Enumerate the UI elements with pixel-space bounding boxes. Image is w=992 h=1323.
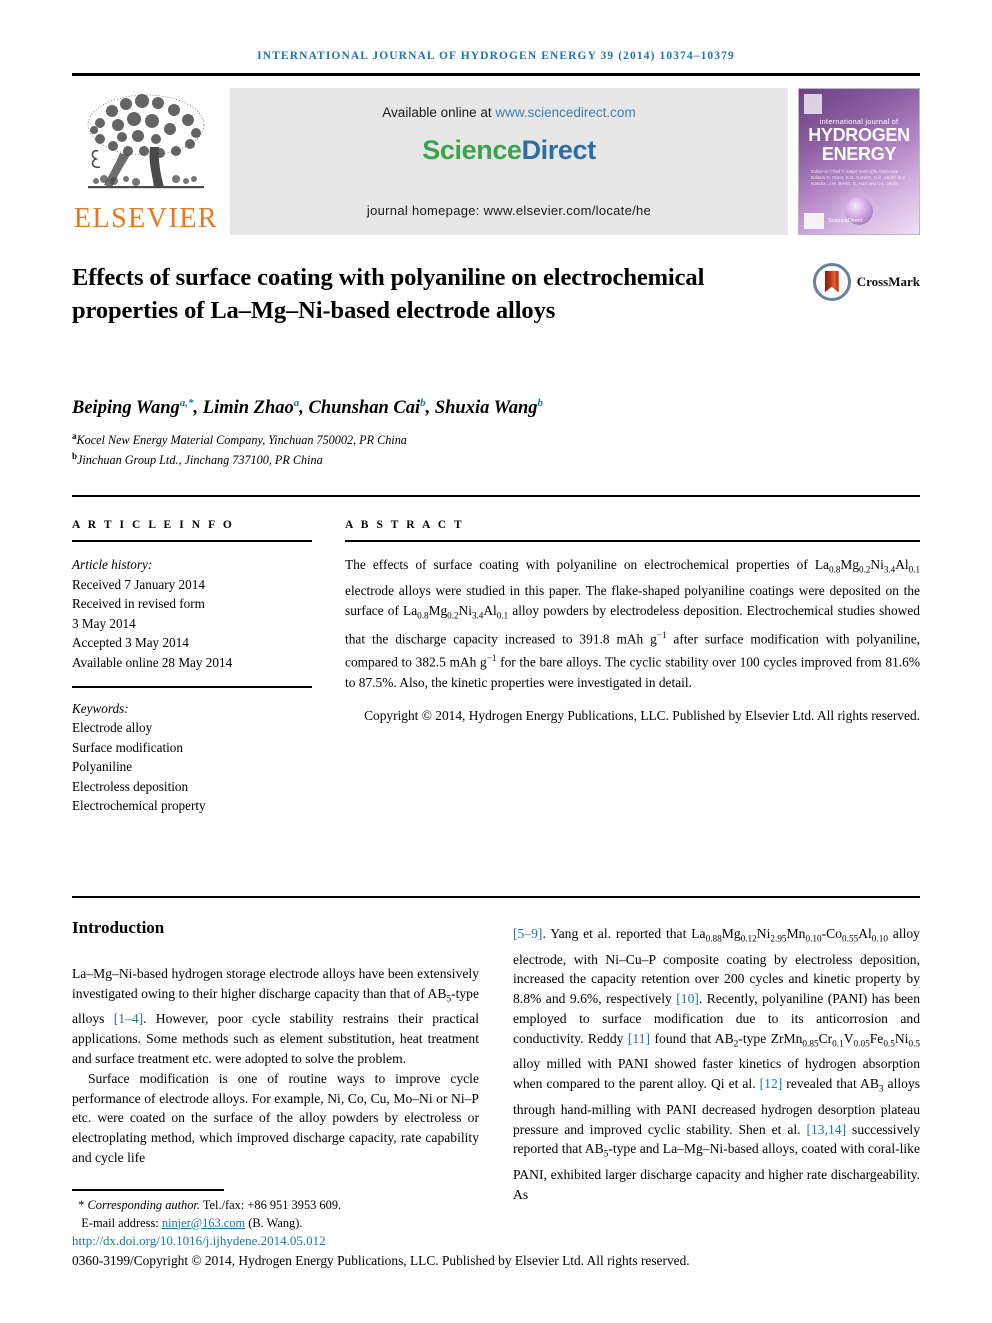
author-marks-3: b xyxy=(537,396,544,409)
section-heading-introduction: Introduction xyxy=(72,918,165,938)
author-name-3: Shuxia Wang xyxy=(434,397,538,418)
body-column-left: Introduction La–Mg–Ni-based hydrogen sto… xyxy=(72,898,479,1204)
journal-homepage-line: journal homepage: www.elsevier.com/locat… xyxy=(366,202,652,218)
author-list: Beiping Wanga,*, Limin Zhaoa, Chunshan C… xyxy=(72,396,544,418)
citation-10[interactable]: [10] xyxy=(676,991,699,1006)
abstract-rule xyxy=(345,540,920,543)
cover-publisher-icon xyxy=(804,212,824,229)
citation-1-4[interactable]: [1–4] xyxy=(114,1011,143,1026)
keyword-item-4: Electrochemical property xyxy=(72,798,206,814)
keyword-item-3: Electroless deposition xyxy=(72,778,189,794)
running-head: International Journal of Hydrogen Energy… xyxy=(257,50,735,62)
abstract-copyright: Copyright © 2014, Hydrogen Energy Public… xyxy=(364,707,920,723)
page-footer: * Corresponding author. Tel./fax: +86 95… xyxy=(72,1189,920,1269)
author-name-1: Limin Zhao xyxy=(202,397,294,418)
doi-link[interactable]: http://dx.doi.org/10.1016/j.ijhydene.201… xyxy=(72,1233,920,1249)
body-columns: Introduction La–Mg–Ni-based hydrogen sto… xyxy=(72,898,920,1204)
citation-11[interactable]: [11] xyxy=(628,1031,650,1046)
footnote-rule xyxy=(72,1189,224,1191)
elsevier-wordmark: ELSEVIER xyxy=(73,202,219,234)
email-label: E-mail address: xyxy=(81,1215,162,1230)
email-suffix: (B. Wang). xyxy=(245,1215,303,1230)
sciencedirect-logo: ScienceDirect xyxy=(422,134,597,166)
affiliation-list: aKocel New Energy Material Company, Yinc… xyxy=(72,428,920,469)
article-history-item-1: Received in revised form xyxy=(72,596,205,612)
article-page: International Journal of Hydrogen Energy… xyxy=(0,0,992,1323)
author-marks-1: a xyxy=(293,396,300,409)
article-history-block: Article history: Received 7 January 2014… xyxy=(72,555,312,672)
cover-elsevier-icon xyxy=(804,93,822,114)
available-online-prefix: Available online at xyxy=(382,104,496,120)
mid-rule xyxy=(72,494,920,498)
affiliation-text-0: Kocel New Energy Material Company, Yinch… xyxy=(76,432,407,447)
article-info-column: A R T I C L E I N F O Article history: R… xyxy=(72,519,312,815)
affiliation-text-1: Jinchuan Group Ltd., Jinchang 737100, PR… xyxy=(77,453,323,468)
crossmark-book-shape xyxy=(824,270,839,293)
keyword-item-0: Electrode alloy xyxy=(72,720,153,736)
cover-line-2: HYDROGEN xyxy=(808,124,910,145)
citation-13-14[interactable]: [13,14] xyxy=(806,1122,846,1137)
article-history-item-2: 3 May 2014 xyxy=(72,615,136,631)
corresponding-author-tel: Tel./fax: +86 951 3953 609. xyxy=(199,1198,342,1212)
keyword-item-1: Surface modification xyxy=(72,739,183,755)
crossmark-label: CrossMark xyxy=(856,273,920,289)
author-name-2: Chunshan Cai xyxy=(308,397,421,418)
sciencedirect-band: Available online at www.sciencedirect.co… xyxy=(230,87,788,235)
page-title: Effects of surface coating with polyanil… xyxy=(72,263,705,324)
crossmark-icon xyxy=(812,262,851,301)
issn-copyright-line: 0360-3199/Copyright © 2014, Hydrogen Ene… xyxy=(72,1253,690,1268)
crossmark-badge-group[interactable]: CrossMark xyxy=(812,262,920,301)
article-info-heading: A R T I C L E I N F O xyxy=(72,519,235,532)
email-link[interactable]: ninjer@163.com xyxy=(162,1216,245,1230)
article-history-item-0: Received 7 January 2014 xyxy=(72,576,205,592)
elsevier-tree-icon xyxy=(87,93,205,188)
abstract-column: A B S T R A C T The effects of surface c… xyxy=(345,519,920,815)
cover-sciencedirect-label: ScienceDirect xyxy=(828,217,863,224)
email-note: E-mail address: ninjer@163.com (B. Wang)… xyxy=(72,1215,920,1233)
abstract-text: The effects of surface coating with poly… xyxy=(345,557,920,690)
info-abstract-row: A R T I C L E I N F O Article history: R… xyxy=(72,519,920,815)
intro-paragraph-1: La–Mg–Ni-based hydrogen storage electrod… xyxy=(72,966,479,1067)
author-marks-0[interactable]: a,* xyxy=(180,397,194,409)
article-history-label: Article history: xyxy=(72,557,153,573)
corresponding-author-label: Corresponding author. xyxy=(87,1198,200,1212)
sciencedirect-logo-direct: Direct xyxy=(521,134,597,165)
keywords-label: Keywords: xyxy=(72,700,129,716)
body-column-right: [5–9]. Yang et al. reported that La0.88M… xyxy=(513,898,920,1204)
intro-paragraph-2: Surface modification is one of routine w… xyxy=(72,1070,479,1166)
cover-editors: Editor-in-Chief T. Nejat Veziroğlu Assoc… xyxy=(811,168,907,186)
corresponding-author-note: * Corresponding author. Tel./fax: +86 95… xyxy=(72,1197,920,1215)
intro-paragraph-3: [5–9]. Yang et al. reported that La0.88M… xyxy=(513,926,921,1202)
affiliation-0: aKocel New Energy Material Company, Yinc… xyxy=(72,428,920,449)
article-history-item-3: Accepted 3 May 2014 xyxy=(72,635,189,651)
title-area: Effects of surface coating with polyanil… xyxy=(72,261,920,369)
citation-5-9[interactable]: [5–9] xyxy=(513,926,542,941)
corresponding-marker: * xyxy=(78,1198,85,1212)
sciencedirect-logo-science: Science xyxy=(422,134,522,165)
journal-cover-thumbnail: international journal of HYDROGEN ENERGY… xyxy=(798,87,920,235)
top-rule xyxy=(72,73,920,76)
abstract-heading: A B S T R A C T xyxy=(345,519,465,532)
author-marks-2: b xyxy=(420,396,426,409)
cover-title: HYDROGEN ENERGY xyxy=(799,124,919,164)
citation-12[interactable]: [12] xyxy=(760,1076,783,1091)
cover-footer: ScienceDirect xyxy=(804,212,914,229)
available-online-line: Available online at www.sciencedirect.co… xyxy=(382,105,635,120)
article-history-item-4: Available online 28 May 2014 xyxy=(72,654,233,670)
keywords-block: Keywords: Electrode alloy Surface modifi… xyxy=(72,699,312,816)
affiliation-1: bJinchuan Group Ltd., Jinchang 737100, P… xyxy=(72,448,920,469)
keywords-rule xyxy=(72,686,312,688)
keyword-item-2: Polyaniline xyxy=(72,759,133,775)
author-name-0: Beiping Wang xyxy=(72,397,180,418)
article-info-rule xyxy=(72,540,312,543)
masthead: ELSEVIER Available online at www.science… xyxy=(72,87,920,235)
sciencedirect-url-link[interactable]: www.sciencedirect.com xyxy=(495,105,635,120)
cover-line-3: ENERGY xyxy=(821,143,897,164)
elsevier-logo: ELSEVIER xyxy=(72,88,220,235)
